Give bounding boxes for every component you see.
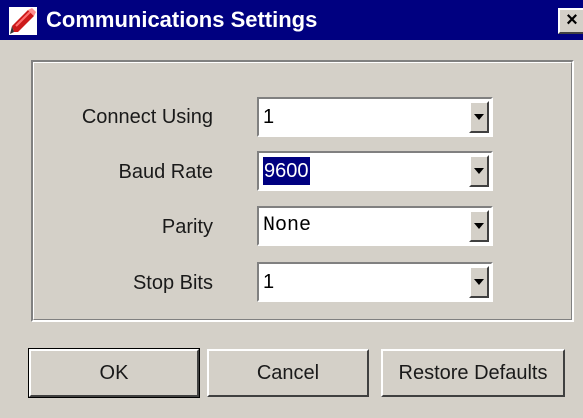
restore-defaults-button[interactable]: Restore Defaults <box>381 349 565 397</box>
stop-bits-value: 1 <box>263 271 275 293</box>
chevron-down-icon[interactable] <box>469 155 489 187</box>
parity-value: None <box>263 214 312 237</box>
close-button[interactable]: × <box>558 8 583 34</box>
chevron-down-icon[interactable] <box>469 266 489 298</box>
chevron-down-icon[interactable] <box>469 101 489 133</box>
stop-bits-label: Stop Bits <box>132 272 213 294</box>
chevron-down-icon[interactable] <box>469 210 489 242</box>
baud-rate-label: Baud Rate <box>118 161 213 183</box>
connect-using-select[interactable]: 1 <box>257 97 493 137</box>
settings-group-inner: Connect Using 1 Baud Rate 9600 Parity No… <box>33 62 572 320</box>
connect-using-label: Connect Using <box>81 106 213 128</box>
title-bar[interactable]: Communications Settings × <box>0 0 583 40</box>
ok-button[interactable]: OK <box>28 348 200 398</box>
parity-label: Parity <box>161 216 213 238</box>
baud-rate-select[interactable]: 9600 <box>257 151 493 191</box>
baud-rate-value: 9600 <box>263 157 310 185</box>
app-icon <box>9 7 37 35</box>
stop-bits-select[interactable]: 1 <box>257 262 493 302</box>
connect-using-value: 1 <box>263 106 275 128</box>
cancel-button[interactable]: Cancel <box>207 349 369 397</box>
communications-settings-dialog: Communications Settings × Connect Using … <box>0 0 583 418</box>
window-title: Communications Settings <box>46 7 318 32</box>
settings-group-box: Connect Using 1 Baud Rate 9600 Parity No… <box>31 60 574 322</box>
parity-select[interactable]: None <box>257 206 493 246</box>
